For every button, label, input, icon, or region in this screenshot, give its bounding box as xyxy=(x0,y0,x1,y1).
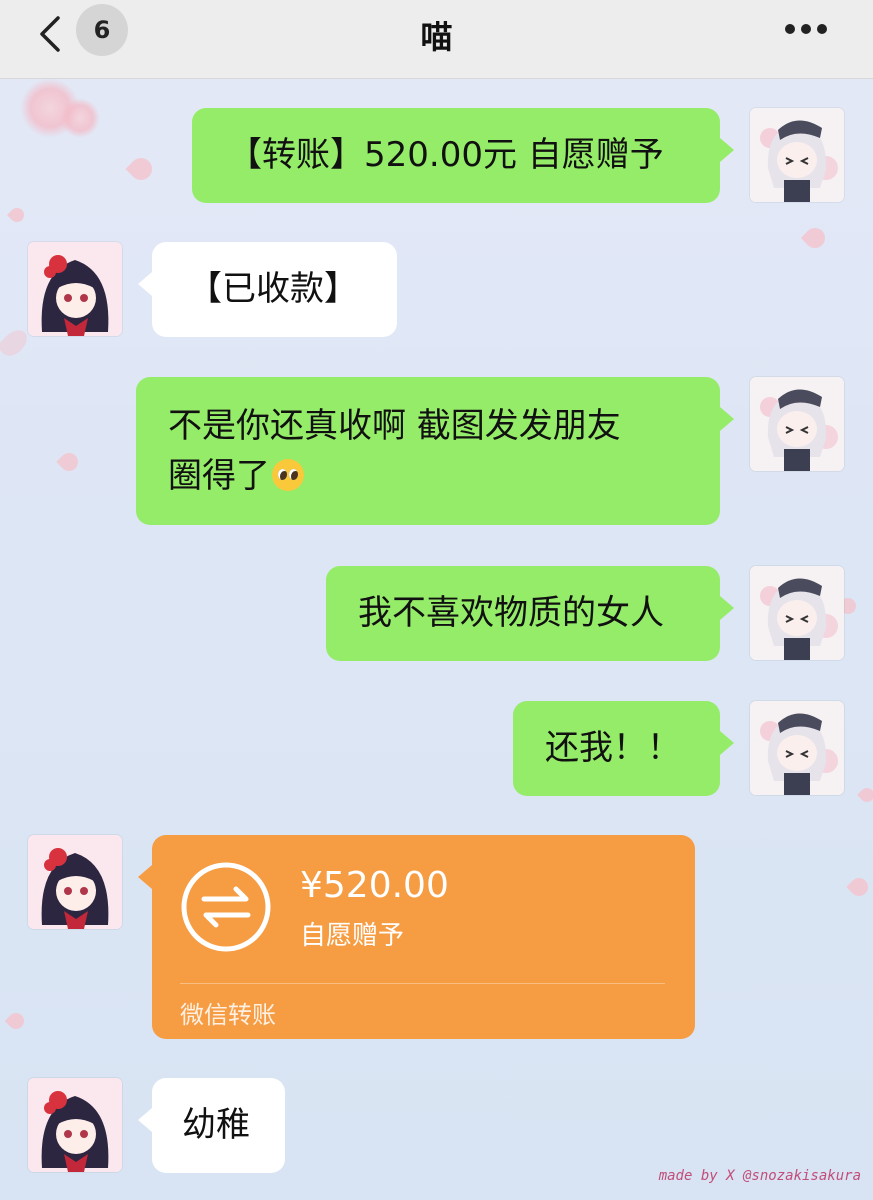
message-bubble-theirs[interactable]: 【已收款】 xyxy=(152,242,397,337)
avatar-me[interactable] xyxy=(750,108,844,202)
bubble-tail xyxy=(720,731,734,755)
avatar-dark-hair-icon xyxy=(28,1078,122,1172)
divider xyxy=(180,983,665,984)
transfer-card[interactable]: ¥520.00 自愿赠予 微信转账 xyxy=(152,835,695,1039)
avatar-silver-hair-icon xyxy=(750,701,844,795)
bubble-tail xyxy=(720,596,734,620)
avatar-her[interactable] xyxy=(28,242,122,336)
message-text: 幼稚 xyxy=(182,1105,250,1145)
message-bubble-mine[interactable]: 我不喜欢物质的女人 xyxy=(326,566,720,661)
message-text: 【已收款】 xyxy=(188,269,358,309)
avatar-her[interactable] xyxy=(28,835,122,929)
message-text: 【转账】520.00元 自愿赠予 xyxy=(228,135,664,175)
message-text: 还我！！ xyxy=(545,728,681,768)
avatar-me[interactable] xyxy=(750,377,844,471)
avatar-dark-hair-icon xyxy=(28,835,122,929)
avatar-silver-hair-icon xyxy=(750,108,844,202)
watermark: made by X @snozakisakura xyxy=(658,1168,861,1184)
chat-title: 喵 xyxy=(420,18,453,56)
message-text-line: 不是你还真收啊 截图发发朋友 xyxy=(168,406,621,446)
transfer-amount: ¥520.00 xyxy=(300,865,449,906)
avatar-dark-hair-icon xyxy=(28,242,122,336)
message-text: 我不喜欢物质的女人 xyxy=(358,593,664,633)
avatar-me[interactable] xyxy=(750,701,844,795)
message-bubble-theirs[interactable]: 幼稚 xyxy=(152,1078,285,1173)
message-bubble-mine[interactable]: 不是你还真收啊 截图发发朋友 圈得了 xyxy=(136,377,720,525)
bubble-tail xyxy=(720,407,734,431)
chat-header: 6 喵 xyxy=(0,0,873,79)
more-options-icon[interactable] xyxy=(783,22,829,36)
transfer-note: 自愿赠予 xyxy=(300,921,405,951)
message-bubble-mine[interactable]: 还我！！ xyxy=(513,701,720,796)
transfer-label: 微信转账 xyxy=(180,1001,276,1029)
bubble-tail xyxy=(138,1108,152,1132)
transfer-arrows-icon xyxy=(181,862,271,952)
avatar-silver-hair-icon xyxy=(750,377,844,471)
avatar-her[interactable] xyxy=(28,1078,122,1172)
bubble-tail xyxy=(138,865,152,889)
avatar-silver-hair-icon xyxy=(750,566,844,660)
message-text-line-2: 圈得了 xyxy=(168,451,720,501)
avatar-me[interactable] xyxy=(750,566,844,660)
pleading-face-emoji-icon xyxy=(272,459,304,491)
message-bubble-mine[interactable]: 【转账】520.00元 自愿赠予 xyxy=(192,108,720,203)
bubble-tail xyxy=(138,272,152,296)
bubble-tail xyxy=(720,138,734,162)
